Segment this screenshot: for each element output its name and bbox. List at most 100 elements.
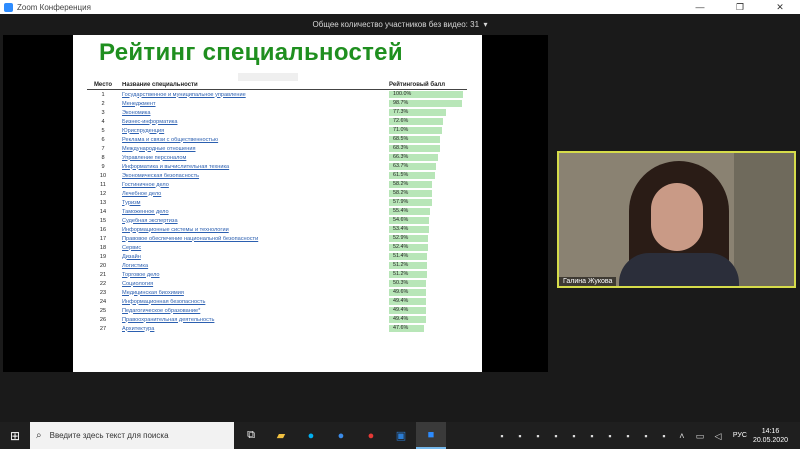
clock-time: 14:16 bbox=[761, 427, 780, 435]
table-row: 9 Информатика и вычислительная техника 63.… bbox=[87, 162, 467, 171]
skype-icon[interactable]: ● bbox=[296, 422, 326, 449]
tray-app-icon[interactable]: ▪ bbox=[549, 429, 563, 443]
row-specialty-link[interactable]: Реклама и связи с общественностью bbox=[119, 137, 389, 143]
row-score-bar: 50.3% bbox=[389, 280, 467, 287]
row-specialty-link[interactable]: Информационные системы и технологии bbox=[119, 227, 389, 233]
task-view-icon[interactable]: ⧉ bbox=[236, 422, 266, 449]
chevron-up-icon[interactable]: ˄ bbox=[675, 429, 689, 443]
row-score: 49.4% bbox=[393, 298, 409, 304]
row-score: 72.6% bbox=[393, 118, 409, 124]
row-score-bar: 57.9% bbox=[389, 199, 467, 206]
row-specialty-link[interactable]: Правоохранительная деятельность bbox=[119, 317, 389, 323]
row-score-bar: 52.4% bbox=[389, 244, 467, 251]
shared-screen: Рейтинг специальностей Место Название сп… bbox=[3, 35, 548, 372]
row-rank: 23 bbox=[99, 289, 107, 296]
row-specialty-link[interactable]: Информатика и вычислительная техника bbox=[119, 164, 389, 170]
taskbar-apps: ⧉ ▰ ● ● ● ▣ ■ bbox=[236, 422, 446, 449]
row-score-bar: 66.3% bbox=[389, 154, 467, 161]
row-specialty-link[interactable]: Лечебное дело bbox=[119, 191, 389, 197]
row-specialty-link[interactable]: Медицинская биохимия bbox=[119, 290, 389, 296]
table-row: 8 Управление персоналом 66.3% bbox=[87, 153, 467, 162]
row-specialty-link[interactable]: Гостиничное дело bbox=[119, 182, 389, 188]
row-specialty-link[interactable]: Таможенное дело bbox=[119, 209, 389, 215]
row-specialty-link[interactable]: Управление персоналом bbox=[119, 155, 389, 161]
close-button[interactable]: ✕ bbox=[760, 0, 800, 14]
row-specialty-link[interactable]: Экономика bbox=[119, 110, 389, 116]
row-score-bar: 52.9% bbox=[389, 235, 467, 242]
chevron-down-icon[interactable]: ▾ bbox=[483, 20, 487, 29]
table-row: 22 Социология 50.3% bbox=[87, 279, 467, 288]
row-specialty-link[interactable]: Государственное и муниципальное управлен… bbox=[119, 92, 389, 98]
row-specialty-link[interactable]: Архитектура bbox=[119, 326, 389, 332]
meeting-info-bar: Общее количество участников без видео: 3… bbox=[0, 14, 800, 32]
row-specialty-link[interactable]: Менеджмент bbox=[119, 101, 389, 107]
network-icon[interactable]: ▭ bbox=[693, 429, 707, 443]
system-tray: ▪ ▪ ▪ ▪ ▪ ▪ ▪ ▪ ▪ ▪ ˄ ▭ ◁ РУС 14:16 20.0… bbox=[493, 422, 800, 449]
tray-app-icon[interactable]: ▪ bbox=[639, 429, 653, 443]
edge-icon[interactable]: ● bbox=[326, 422, 356, 449]
tray-app-icon[interactable]: ▪ bbox=[585, 429, 599, 443]
row-specialty-link[interactable]: Юриспруденция bbox=[119, 128, 389, 134]
row-score: 63.7% bbox=[393, 163, 409, 169]
row-score: 57.9% bbox=[393, 199, 409, 205]
row-rank: 26 bbox=[99, 316, 107, 323]
row-rank: 7 bbox=[101, 145, 105, 152]
row-score-bar: 58.2% bbox=[389, 190, 467, 197]
row-score: 49.4% bbox=[393, 307, 409, 313]
minimize-button[interactable]: — bbox=[680, 0, 720, 14]
row-score-bar: 49.6% bbox=[389, 289, 467, 296]
row-score-bar: 77.3% bbox=[389, 109, 467, 116]
yandex-browser-icon[interactable]: ● bbox=[356, 422, 386, 449]
file-explorer-icon[interactable]: ▰ bbox=[266, 422, 296, 449]
row-rank: 12 bbox=[99, 190, 107, 197]
tray-app-icon[interactable]: ▪ bbox=[513, 429, 527, 443]
row-specialty-link[interactable]: Правовое обеспечение национальной безопа… bbox=[119, 236, 389, 242]
table-row: 26 Правоохранительная деятельность 49.4% bbox=[87, 315, 467, 324]
row-score: 68.5% bbox=[393, 136, 409, 142]
tray-app-icon[interactable]: ▪ bbox=[657, 429, 671, 443]
zoom-tray-icon[interactable]: ▪ bbox=[495, 429, 509, 443]
row-specialty-link[interactable]: Бизнес-информатика bbox=[119, 119, 389, 125]
search-icon: ⌕ bbox=[36, 430, 42, 441]
tray-app-icon[interactable]: ▪ bbox=[531, 429, 545, 443]
row-specialty-link[interactable]: Экономическая безопасность bbox=[119, 173, 389, 179]
table-row: 10 Экономическая безопасность 61.5% bbox=[87, 171, 467, 180]
row-score-bar: 49.4% bbox=[389, 307, 467, 314]
row-score: 55.4% bbox=[393, 208, 409, 214]
table-row: 17 Правовое обеспечение национальной безо… bbox=[87, 234, 467, 243]
row-specialty-link[interactable]: Информационная безопасность bbox=[119, 299, 389, 305]
row-score: 47.6% bbox=[393, 325, 409, 331]
language-indicator[interactable]: РУС bbox=[733, 432, 747, 439]
row-specialty-link[interactable]: Судебная экспертиза bbox=[119, 218, 389, 224]
table-header: Место Название специальности Рейтинговый… bbox=[87, 81, 467, 90]
maximize-button[interactable]: ❐ bbox=[720, 0, 760, 14]
zoom-logo-icon bbox=[4, 2, 13, 12]
slide-blur-area bbox=[238, 73, 298, 81]
tray-app-icon[interactable]: ▪ bbox=[621, 429, 635, 443]
windows-taskbar: ⊞ ⌕ Введите здесь текст для поиска ⧉ ▰ ●… bbox=[0, 422, 800, 449]
row-specialty-link[interactable]: Педагогическое образование* bbox=[119, 308, 389, 314]
hidden-participants-dropdown[interactable]: Общее количество участников без видео: 3… bbox=[313, 20, 480, 29]
window-titlebar: Zoom Конференция — ❐ ✕ bbox=[0, 0, 800, 14]
participant-video[interactable]: Галина Жукова bbox=[557, 151, 796, 288]
row-rank: 8 bbox=[101, 154, 105, 161]
row-specialty-link[interactable]: Сервис bbox=[119, 245, 389, 251]
tray-app-icon[interactable]: ▪ bbox=[603, 429, 617, 443]
row-score-bar: 55.4% bbox=[389, 208, 467, 215]
taskbar-search[interactable]: ⌕ Введите здесь текст для поиска bbox=[30, 422, 234, 449]
table-row: 14 Таможенное дело 55.4% bbox=[87, 207, 467, 216]
row-specialty-link[interactable]: Логистика bbox=[119, 263, 389, 269]
windows-start-icon[interactable]: ⊞ bbox=[0, 422, 30, 449]
row-specialty-link[interactable]: Социология bbox=[119, 281, 389, 287]
volume-icon[interactable]: ◁ bbox=[711, 429, 725, 443]
table-row: 11 Гостиничное дело 58.2% bbox=[87, 180, 467, 189]
row-specialty-link[interactable]: Дизайн bbox=[119, 254, 389, 260]
taskbar-clock[interactable]: 14:16 20.05.2020 bbox=[753, 427, 788, 445]
zoom-taskbar-icon[interactable]: ■ bbox=[416, 422, 446, 449]
tray-app-icon[interactable]: ▪ bbox=[567, 429, 581, 443]
table-row: 18 Сервис 52.4% bbox=[87, 243, 467, 252]
row-specialty-link[interactable]: Торговое дело bbox=[119, 272, 389, 278]
word-icon[interactable]: ▣ bbox=[386, 422, 416, 449]
row-specialty-link[interactable]: Международные отношения bbox=[119, 146, 389, 152]
row-specialty-link[interactable]: Туризм bbox=[119, 200, 389, 206]
